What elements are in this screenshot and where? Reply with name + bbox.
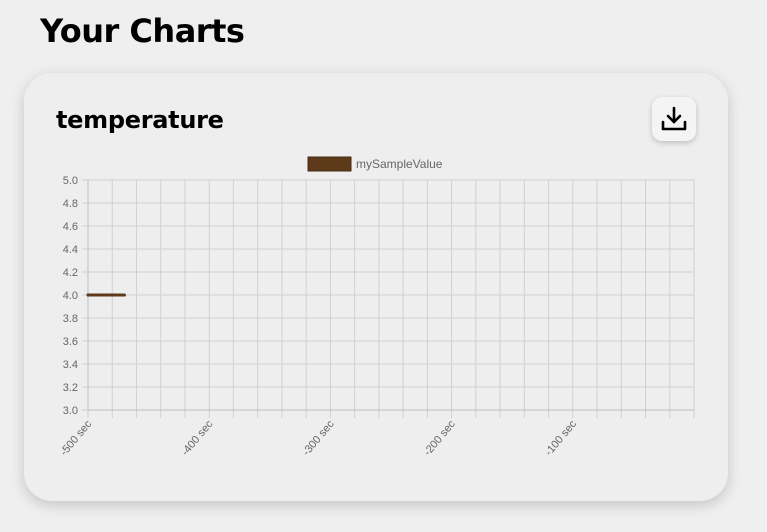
x-tick-label: -500 sec [58,418,95,458]
y-tick-label: 4.6 [63,221,78,233]
line-chart: 5.0 4.8 4.6 4.4 4.2 4.0 3.8 3.6 3.4 3.2 3.0-500 se… [58,156,695,458]
y-tick-label: 5.0 [63,175,78,187]
x-tick-label: -400 sec [179,418,216,458]
y-tick-label: 4.0 [63,290,78,302]
y-tick-label: 3.2 [63,382,78,394]
legend-label: mySampleValue [356,157,443,171]
y-tick-label: 4.4 [63,244,78,256]
x-tick-label: -100 sec [543,418,580,458]
y-tick-label: 3.0 [63,405,78,417]
y-tick-label: 3.8 [63,313,78,325]
y-tick-label: 3.6 [63,336,78,348]
data-point [86,293,90,297]
y-tick-label: 4.2 [63,267,78,279]
x-tick-label: -300 sec [300,418,337,458]
legend-swatch [307,156,352,172]
y-tick-label: 4.8 [63,198,78,210]
x-tick-label: -200 sec [422,418,459,458]
data-point [122,293,126,297]
y-tick-label: 3.4 [63,359,78,371]
